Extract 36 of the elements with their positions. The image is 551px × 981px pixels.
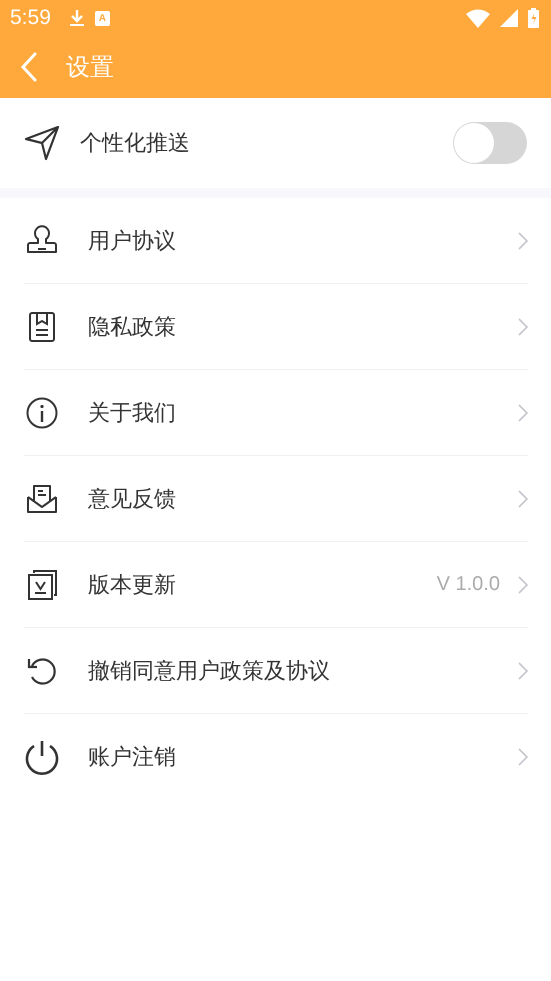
menu-label: 隐私政策 [88, 314, 176, 342]
signal-icon [500, 9, 518, 27]
menu-item[interactable]: 隐私政策 [24, 284, 528, 370]
page-title: 设置 [66, 52, 114, 83]
wifi-icon [466, 8, 490, 28]
menu-item[interactable]: 用户协议 [24, 198, 528, 284]
menu-label: 版本更新 [88, 572, 176, 600]
menu-label: 意见反馈 [88, 486, 176, 514]
paper-plane-icon [24, 125, 60, 161]
menu-label: 关于我们 [88, 400, 176, 428]
chevron-icon [518, 576, 528, 594]
info-icon [24, 396, 60, 428]
menu-label: 撤销同意用户政策及协议 [88, 658, 330, 686]
setting-label: 个性化推送 [80, 130, 190, 158]
menu-label: 用户协议 [88, 228, 176, 256]
menu-item[interactable]: 版本更新 V 1.0.0 [24, 542, 528, 628]
back-button[interactable] [20, 52, 38, 82]
download-icon [68, 8, 85, 28]
chevron-icon [518, 490, 528, 508]
mail-icon [24, 482, 60, 514]
version-text: V 1.0.0 [436, 573, 500, 596]
menu-item[interactable]: 关于我们 [24, 370, 528, 456]
menu-label: 账户注销 [88, 744, 176, 772]
menu-item[interactable]: 账户注销 [24, 714, 528, 799]
toggle-switch[interactable] [453, 122, 527, 164]
chevron-icon [518, 318, 528, 336]
clock: 5:59 [10, 6, 51, 30]
notification-badge: A [94, 10, 110, 26]
chevron-icon [518, 404, 528, 422]
chevron-icon [518, 662, 528, 680]
battery-icon [528, 8, 539, 28]
menu-item[interactable]: 撤销同意用户政策及协议 [24, 628, 528, 714]
chevron-icon [518, 232, 528, 250]
chevron-icon [518, 748, 528, 766]
power-icon [24, 738, 60, 774]
menu-item[interactable]: 意见反馈 [24, 456, 528, 542]
